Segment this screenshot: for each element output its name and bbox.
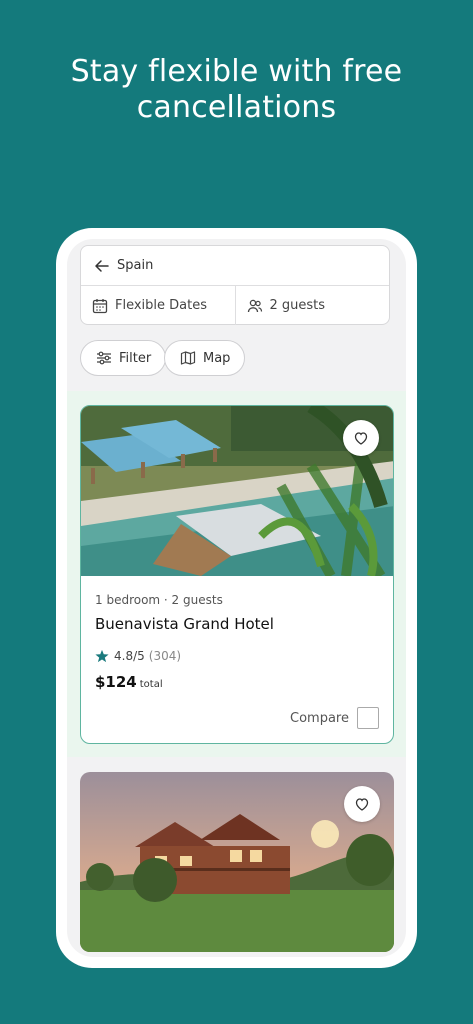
compare-checkbox[interactable] xyxy=(357,707,379,729)
search-summary[interactable]: Spain Flexible Dates 2 guests xyxy=(80,245,390,325)
dates-field[interactable]: Flexible Dates xyxy=(81,286,236,325)
price-suffix: total xyxy=(139,679,163,690)
headline-line-1: Stay flexible with free xyxy=(70,54,403,89)
heart-icon xyxy=(354,432,368,445)
review-count: (304) xyxy=(148,649,182,663)
headline-line-2: cancellations xyxy=(136,90,337,125)
listing-price: $124 total xyxy=(95,673,379,691)
listing-photo-pool[interactable] xyxy=(81,406,393,576)
sliders-icon xyxy=(95,349,113,367)
rating-value: 4.8/5 xyxy=(114,649,145,663)
heart-icon xyxy=(355,798,369,811)
guests-field[interactable]: 2 guests xyxy=(236,286,390,325)
map-button[interactable]: Map xyxy=(164,340,246,376)
calendar-icon xyxy=(91,297,109,315)
app-screen: Spain Flexible Dates 2 guests Filter Map… xyxy=(67,239,406,957)
listing-rating: 4.8/5 (304) xyxy=(95,649,379,663)
people-icon xyxy=(246,297,264,315)
guests-text: 2 guests xyxy=(269,298,326,313)
headline: Stay flexible with free cancellations xyxy=(0,54,473,126)
dates-text: Flexible Dates xyxy=(115,298,208,313)
listing-card[interactable] xyxy=(80,772,394,952)
phone-frame: Spain Flexible Dates 2 guests Filter Map… xyxy=(56,228,417,968)
listing-card[interactable]: 1 bedroom · 2 guests Buenavista Grand Ho… xyxy=(80,405,394,744)
filter-button[interactable]: Filter xyxy=(80,340,167,376)
compare-toggle[interactable]: Compare xyxy=(290,707,379,729)
destination-row[interactable]: Spain xyxy=(81,246,389,286)
listing-photo-cabin[interactable] xyxy=(80,772,394,952)
arrow-left-icon[interactable] xyxy=(93,257,111,275)
star-icon xyxy=(95,649,109,663)
map-label: Map xyxy=(203,350,231,366)
listing-details: 1 bedroom · 2 guests xyxy=(95,593,223,607)
favorite-button[interactable] xyxy=(343,420,379,456)
favorite-button[interactable] xyxy=(344,786,380,822)
destination-text: Spain xyxy=(117,258,154,273)
compare-label: Compare xyxy=(290,710,349,726)
filter-label: Filter xyxy=(119,350,152,366)
price-value: $124 xyxy=(95,673,137,691)
listing-name[interactable]: Buenavista Grand Hotel xyxy=(95,615,379,633)
map-icon xyxy=(179,349,197,367)
